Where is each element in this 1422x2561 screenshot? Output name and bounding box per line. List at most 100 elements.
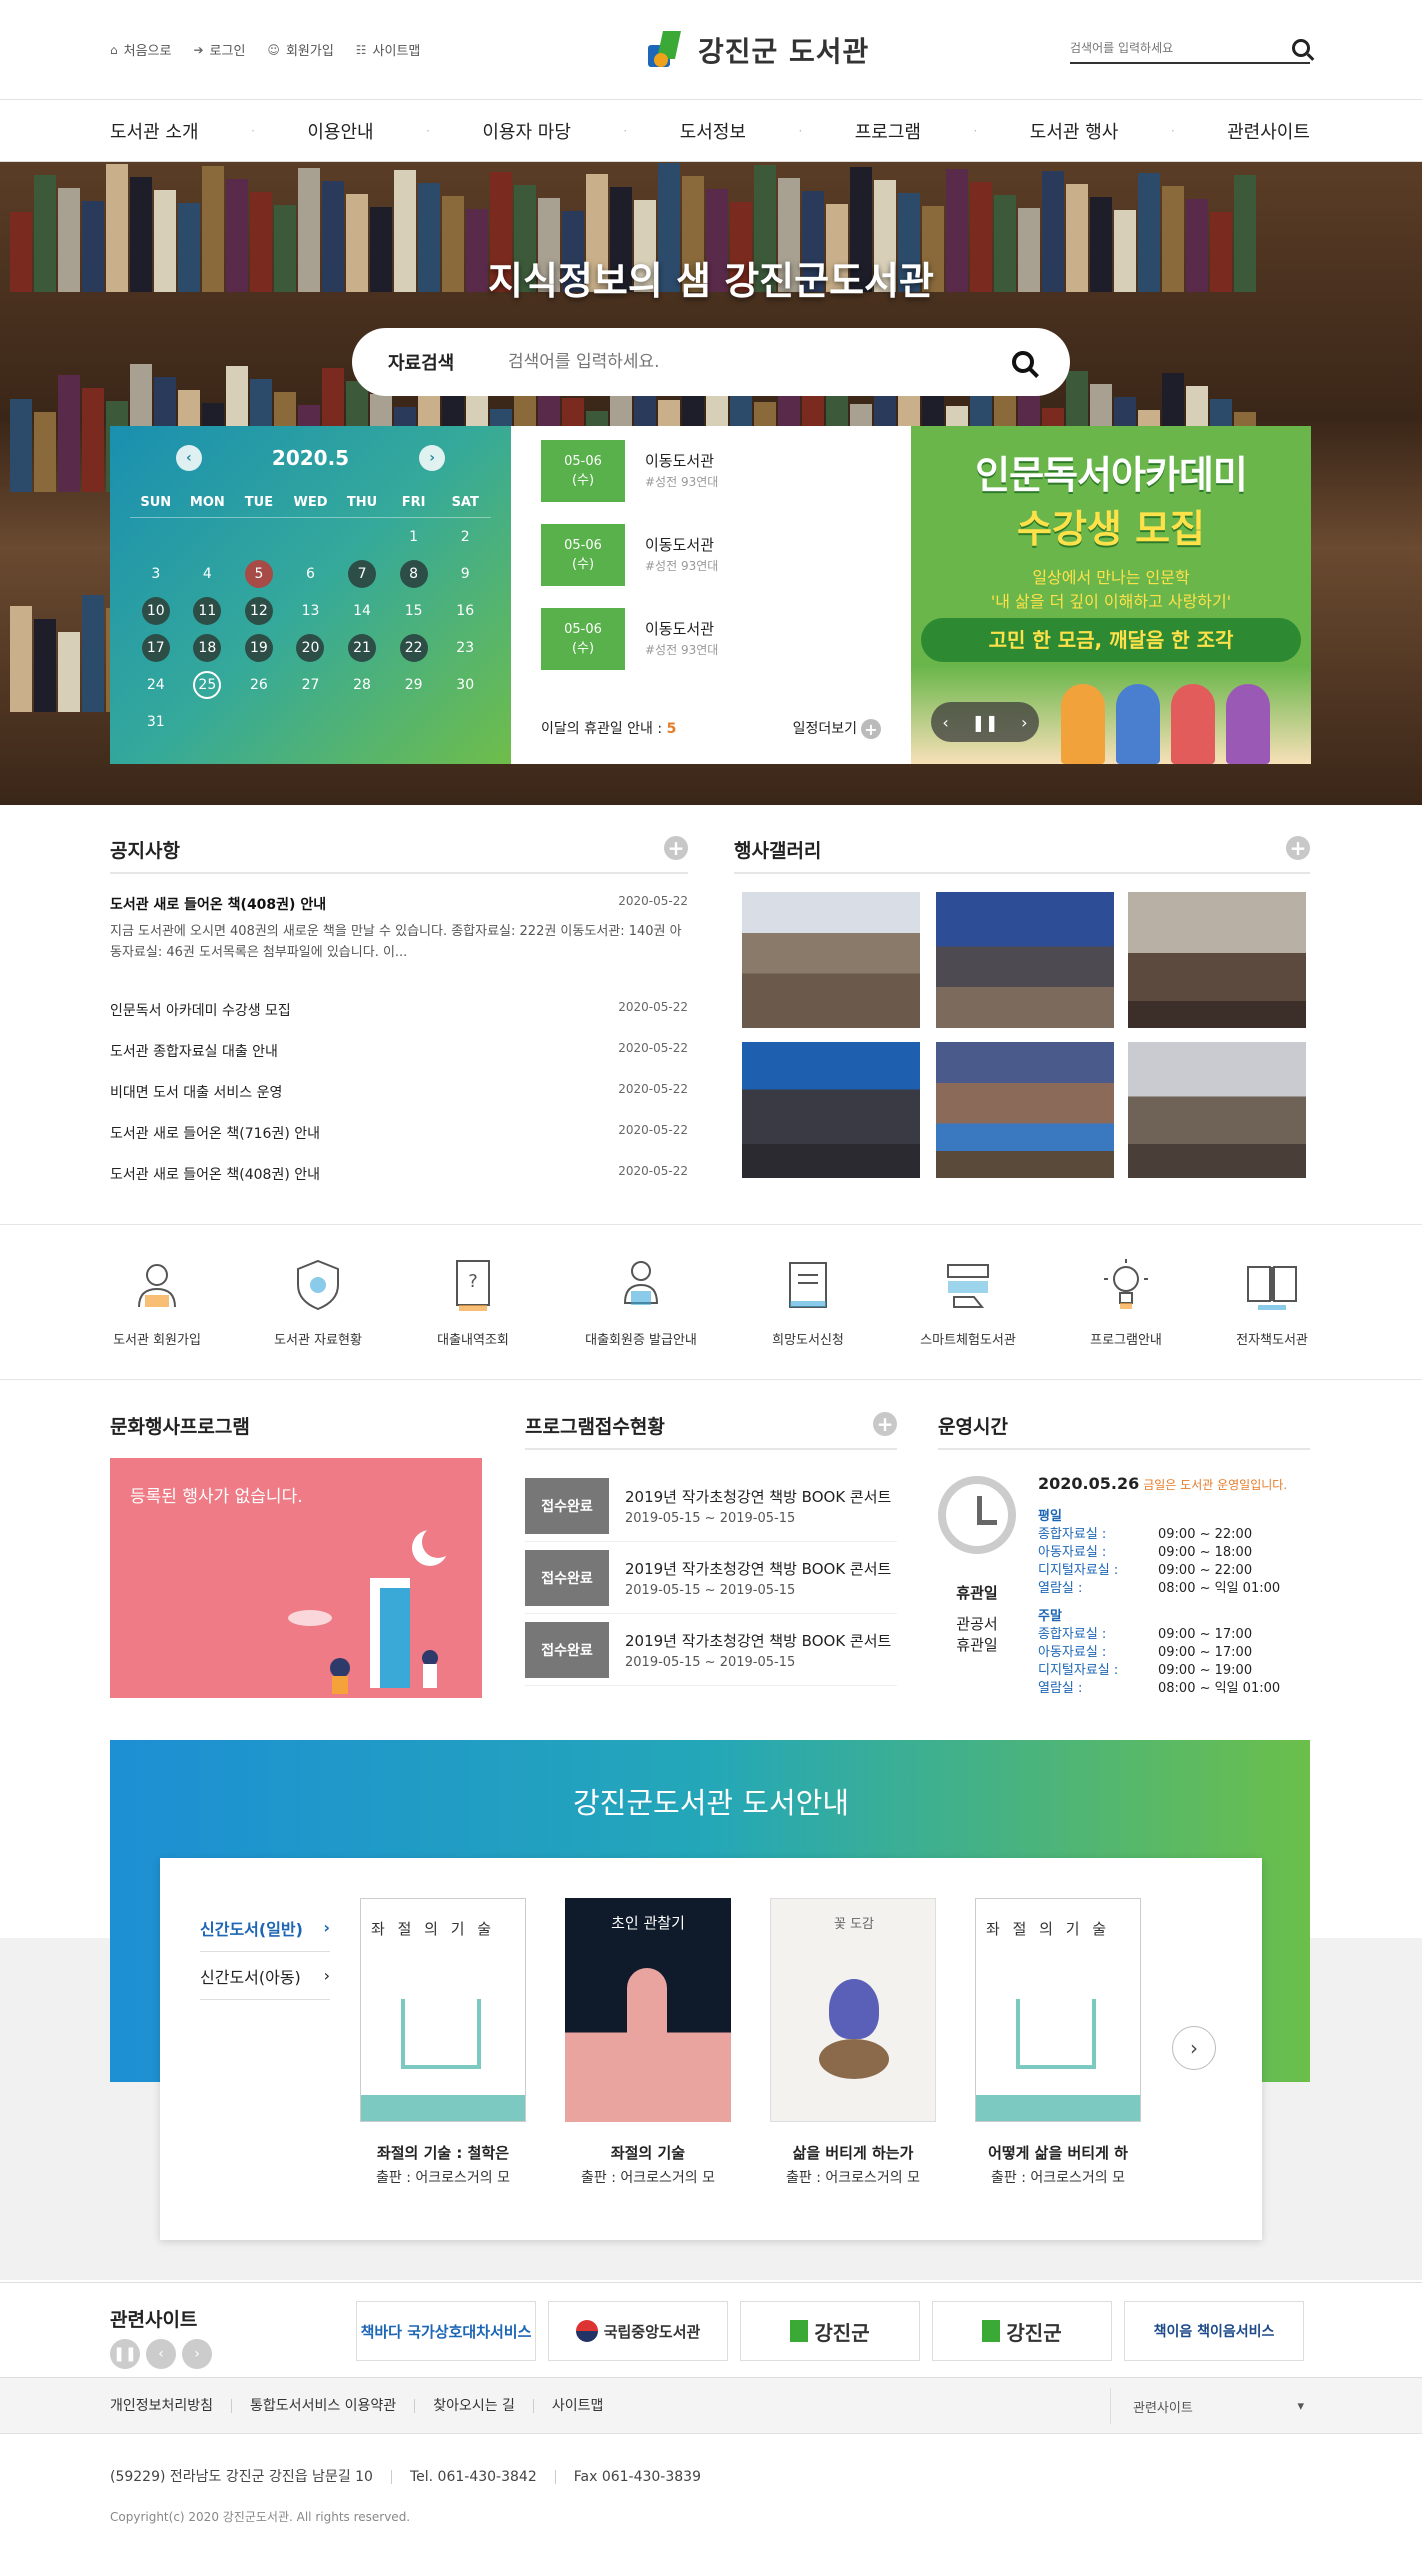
program-item[interactable]: 접수완료 2019년 작가초청강연 책방 BOOK 콘서트 2019-05-15 …	[525, 1542, 897, 1614]
calendar-day[interactable]: 29	[400, 671, 428, 699]
calendar-day[interactable]: 27	[296, 671, 324, 699]
calendar-day[interactable]: 21	[348, 633, 377, 662]
calendar-day[interactable]: 31	[142, 708, 170, 736]
quick-item-collection[interactable]: 도서관 자료현황	[248, 1255, 388, 1348]
calendar-day[interactable]: 22	[399, 633, 428, 662]
hero-search-label[interactable]: 자료검색	[388, 349, 508, 375]
next-month-icon[interactable]: ›	[419, 445, 446, 471]
book-item[interactable]: 좌 절 의 기 술 좌절의 기술 : 철학은 출판 : 어크로스거의 모	[360, 1898, 526, 2187]
util-link-sitemap[interactable]: ☷ 사이트맵	[356, 40, 421, 60]
calendar-day[interactable]: 19	[244, 633, 273, 662]
quick-item-ebook[interactable]: 전자책도서관	[1202, 1255, 1342, 1348]
top-search-input[interactable]	[1070, 41, 1270, 55]
calendar-day[interactable]: 3	[142, 560, 170, 588]
gallery-photo[interactable]	[742, 892, 920, 1028]
calendar-day[interactable]: 14	[348, 597, 376, 625]
notice-row[interactable]: 도서관 종합자료실 대출 안내 2020-05-22	[110, 1041, 688, 1061]
search-icon[interactable]	[1292, 39, 1310, 57]
prev-month-icon[interactable]: ‹	[175, 445, 202, 471]
related-site-logo[interactable]: 국립중앙도서관	[548, 2301, 728, 2361]
gallery-photo[interactable]	[1128, 1042, 1306, 1178]
calendar-day[interactable]: 7	[348, 559, 377, 588]
calendar-day[interactable]: 2	[451, 523, 479, 551]
prev-icon[interactable]: ‹	[146, 2339, 176, 2369]
calendar-day[interactable]: 5	[244, 559, 273, 588]
related-site-logo[interactable]: 강진군	[740, 2301, 920, 2361]
quick-item-card[interactable]: 대출회원증 발급안내	[571, 1255, 711, 1348]
schedule-item[interactable]: 05-06 (수) 이동도서관 #성전 93연대	[541, 608, 881, 670]
calendar-day[interactable]: 18	[193, 633, 222, 662]
search-icon[interactable]	[1012, 351, 1034, 373]
calendar-day[interactable]: 13	[296, 597, 324, 625]
book-item[interactable]: 꽃 도감 삶을 버티게 하는가 출판 : 어크로스거의 모	[770, 1898, 936, 2187]
nav-item-program[interactable]: 프로그램	[855, 118, 921, 144]
notice-row[interactable]: 비대면 도서 대출 서비스 운영 2020-05-22	[110, 1082, 688, 1102]
util-link-join[interactable]: ☺ 회원가입	[267, 40, 333, 60]
book-item[interactable]: 초인 관찰기 좌절의 기술 출판 : 어크로스거의 모	[565, 1898, 731, 2187]
quick-item-loan[interactable]: ? 대출내역조회	[403, 1255, 543, 1348]
related-site-logo[interactable]: 강진군	[932, 2301, 1112, 2361]
site-logo[interactable]: 강진군 도서관	[648, 30, 869, 70]
nav-item-books[interactable]: 도서정보	[680, 118, 746, 144]
quick-item-smart[interactable]: 스마트체험도서관	[898, 1255, 1038, 1348]
calendar-day[interactable]: 30	[451, 671, 479, 699]
footer-link-directions[interactable]: 찾아오시는 길	[414, 2399, 533, 2413]
program-item[interactable]: 접수완료 2019년 작가초청강연 책방 BOOK 콘서트 2019-05-15 …	[525, 1470, 897, 1542]
calendar-day[interactable]: 10	[141, 596, 170, 625]
nav-item-intro[interactable]: 도서관 소개	[110, 118, 199, 144]
footer-link-privacy[interactable]: 개인정보처리방침	[110, 2399, 231, 2413]
quick-item-program[interactable]: 프로그램안내	[1056, 1255, 1196, 1348]
notice-row[interactable]: 도서관 새로 들어온 책(408권) 안내 2020-05-22	[110, 1164, 688, 1184]
calendar-day[interactable]: 23	[451, 634, 479, 662]
related-site-select[interactable]: 관련사이트 ▾	[1110, 2388, 1310, 2424]
calendar-day[interactable]: 11	[193, 596, 222, 625]
calendar-day[interactable]: 28	[348, 671, 376, 699]
calendar-day[interactable]: 4	[193, 560, 221, 588]
gallery-photo[interactable]	[936, 1042, 1114, 1178]
pause-icon[interactable]: ❚❚	[110, 2339, 140, 2369]
notice-more-icon[interactable]: +	[664, 836, 688, 860]
schedule-more-link[interactable]: 일정더보기 +	[793, 718, 881, 739]
notice-first[interactable]: 도서관 새로 들어온 책(408권) 안내 2020-05-22 지금 도서관에…	[110, 894, 688, 964]
calendar-day[interactable]: 26	[245, 671, 273, 699]
calendar-day[interactable]: 6	[296, 560, 324, 588]
schedule-item[interactable]: 05-06 (수) 이동도서관 #성전 93연대	[541, 440, 881, 502]
book-item[interactable]: 좌 절 의 기 술 어떻게 삶을 버티게 하 출판 : 어크로스거의 모	[975, 1898, 1141, 2187]
calendar-day[interactable]: 17	[141, 633, 170, 662]
calendar-day[interactable]: 20	[296, 633, 325, 662]
calendar-day[interactable]: 15	[400, 597, 428, 625]
next-icon[interactable]: ›	[1021, 713, 1027, 732]
calendar-day[interactable]: 1	[400, 523, 428, 551]
nav-item-community[interactable]: 이용자 마당	[482, 118, 571, 144]
nav-item-events[interactable]: 도서관 행사	[1030, 118, 1119, 144]
footer-link-terms[interactable]: 통합도서서비스 이용약관	[231, 2399, 414, 2413]
next-icon[interactable]: ›	[182, 2339, 212, 2369]
util-link-home[interactable]: ⌂ 처음으로	[110, 40, 171, 60]
calendar-day[interactable]: 12	[244, 596, 273, 625]
footer-link-sitemap[interactable]: 사이트맵	[532, 2399, 622, 2413]
program-more-icon[interactable]: +	[873, 1412, 897, 1436]
notice-row[interactable]: 인문독서 아카데미 수강생 모집 2020-05-22	[110, 1000, 688, 1020]
nav-item-related[interactable]: 관련사이트	[1227, 118, 1310, 144]
calendar-day[interactable]: 24	[142, 671, 170, 699]
academy-banner[interactable]: 인문독서아카데미 수강생 모집 일상에서 만나는 인문학 '내 삶을 더 깊이 이…	[911, 426, 1311, 764]
gallery-photo[interactable]	[936, 892, 1114, 1028]
related-site-logo[interactable]: 책이음 책이음서비스	[1124, 2301, 1304, 2361]
calendar-day[interactable]: 25	[193, 670, 222, 699]
gallery-more-icon[interactable]: +	[1286, 836, 1310, 860]
nav-item-guide[interactable]: 이용안내	[307, 118, 373, 144]
tab-new-general[interactable]: 신간도서(일반) ›	[200, 1904, 330, 1952]
pause-icon[interactable]: ❚❚	[972, 713, 999, 732]
gallery-photo[interactable]	[742, 1042, 920, 1178]
gallery-photo[interactable]	[1128, 892, 1306, 1028]
next-books-icon[interactable]: ›	[1172, 2026, 1216, 2070]
program-item[interactable]: 접수완료 2019년 작가초청강연 책방 BOOK 콘서트 2019-05-15 …	[525, 1614, 897, 1686]
calendar-day[interactable]: 16	[451, 597, 479, 625]
notice-row[interactable]: 도서관 새로 들어온 책(716권) 안내 2020-05-22	[110, 1123, 688, 1143]
quick-item-request[interactable]: 희망도서신청	[738, 1255, 878, 1348]
calendar-day[interactable]: 9	[451, 560, 479, 588]
tab-new-children[interactable]: 신간도서(아동) ›	[200, 1952, 330, 2000]
schedule-item[interactable]: 05-06 (수) 이동도서관 #성전 93연대	[541, 524, 881, 586]
related-site-logo[interactable]: 책바다 국가상호대차서비스	[356, 2301, 536, 2361]
hero-search-input[interactable]	[508, 352, 1012, 372]
